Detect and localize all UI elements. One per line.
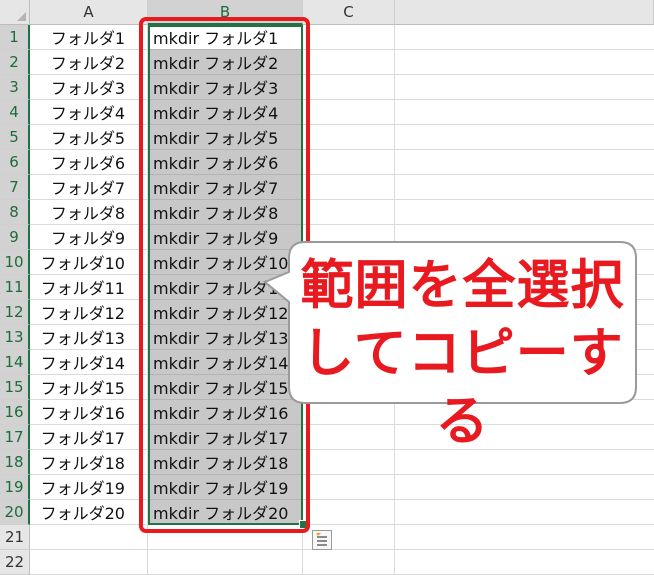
cell-a[interactable]: フォルダ1 — [30, 25, 148, 50]
cell-a[interactable]: フォルダ6 — [30, 150, 148, 175]
cell-a[interactable]: フォルダ12 — [30, 300, 148, 325]
cell-a[interactable]: フォルダ13 — [30, 325, 148, 350]
cell-d[interactable] — [395, 475, 654, 500]
cell-c[interactable] — [303, 500, 395, 525]
cell-d[interactable] — [395, 525, 654, 550]
cell-b[interactable]: mkdir フォルダ3 — [148, 75, 303, 100]
cell-d[interactable] — [395, 100, 654, 125]
cell-c[interactable] — [303, 125, 395, 150]
cell-d[interactable] — [395, 500, 654, 525]
cell-d[interactable] — [395, 25, 654, 50]
row-header[interactable]: 8 — [0, 200, 30, 225]
cell-c[interactable] — [303, 550, 395, 575]
row-header[interactable]: 3 — [0, 75, 30, 100]
row-header[interactable]: 1 — [0, 25, 30, 50]
row-header[interactable]: 19 — [0, 475, 30, 500]
cell-c[interactable] — [303, 150, 395, 175]
cell-c[interactable] — [303, 475, 395, 500]
column-header-c[interactable]: C — [303, 0, 395, 25]
row-header[interactable]: 20 — [0, 500, 30, 525]
cell-d[interactable] — [395, 200, 654, 225]
cell-a[interactable]: フォルダ10 — [30, 250, 148, 275]
row-header[interactable]: 11 — [0, 275, 30, 300]
cell-a[interactable] — [30, 550, 148, 575]
cell-a[interactable] — [30, 525, 148, 550]
cell-a[interactable]: フォルダ8 — [30, 200, 148, 225]
cell-b[interactable] — [148, 525, 303, 550]
cell-a[interactable]: フォルダ7 — [30, 175, 148, 200]
cell-b[interactable]: mkdir フォルダ4 — [148, 100, 303, 125]
cell-d[interactable] — [395, 50, 654, 75]
cell-a[interactable]: フォルダ5 — [30, 125, 148, 150]
cell-c[interactable] — [303, 25, 395, 50]
row-header[interactable]: 6 — [0, 150, 30, 175]
callout-line-2: してコピーする — [301, 323, 624, 452]
cell-b[interactable]: mkdir フォルダ19 — [148, 475, 303, 500]
cell-c[interactable] — [303, 200, 395, 225]
cell-d[interactable] — [395, 75, 654, 100]
fill-handle[interactable] — [299, 520, 308, 529]
select-all-corner[interactable] — [0, 0, 30, 25]
cell-a[interactable]: フォルダ14 — [30, 350, 148, 375]
column-header-b[interactable]: B — [148, 0, 303, 25]
row-header[interactable]: 17 — [0, 425, 30, 450]
row-header[interactable]: 13 — [0, 325, 30, 350]
cell-c[interactable] — [303, 100, 395, 125]
cell-b[interactable]: mkdir フォルダ5 — [148, 125, 303, 150]
row-header[interactable]: 9 — [0, 225, 30, 250]
cell-a[interactable]: フォルダ16 — [30, 400, 148, 425]
cell-a[interactable]: フォルダ17 — [30, 425, 148, 450]
cell-b[interactable]: mkdir フォルダ8 — [148, 200, 303, 225]
row-header[interactable]: 2 — [0, 50, 30, 75]
cell-c[interactable] — [303, 75, 395, 100]
quick-analysis-button[interactable] — [312, 530, 332, 550]
callout-line-1: 範囲を全選択 — [300, 255, 625, 316]
row-header[interactable]: 7 — [0, 175, 30, 200]
row-header[interactable]: 15 — [0, 375, 30, 400]
cell-b[interactable]: mkdir フォルダ18 — [148, 450, 303, 475]
cell-d[interactable] — [395, 175, 654, 200]
cell-b[interactable]: mkdir フォルダ20 — [148, 500, 303, 525]
cell-b[interactable] — [148, 550, 303, 575]
cell-a[interactable]: フォルダ15 — [30, 375, 148, 400]
row-header[interactable]: 4 — [0, 100, 30, 125]
cell-b[interactable]: mkdir フォルダ17 — [148, 425, 303, 450]
cell-b[interactable]: mkdir フォルダ2 — [148, 50, 303, 75]
quick-analysis-icon — [316, 533, 327, 546]
row-header[interactable]: 5 — [0, 125, 30, 150]
cell-a[interactable]: フォルダ11 — [30, 275, 148, 300]
row-header[interactable]: 10 — [0, 250, 30, 275]
cell-a[interactable]: フォルダ19 — [30, 475, 148, 500]
row-header[interactable]: 18 — [0, 450, 30, 475]
cell-a[interactable]: フォルダ20 — [30, 500, 148, 525]
cell-d[interactable] — [395, 150, 654, 175]
cell-a[interactable]: フォルダ4 — [30, 100, 148, 125]
cell-d[interactable] — [395, 550, 654, 575]
cell-b[interactable]: mkdir フォルダ6 — [148, 150, 303, 175]
cell-a[interactable]: フォルダ18 — [30, 450, 148, 475]
cell-a[interactable]: フォルダ2 — [30, 50, 148, 75]
cell-c[interactable] — [303, 175, 395, 200]
column-header-d[interactable] — [395, 0, 654, 25]
cell-c[interactable] — [303, 50, 395, 75]
cell-a[interactable]: フォルダ9 — [30, 225, 148, 250]
row-header[interactable]: 16 — [0, 400, 30, 425]
cell-b[interactable]: mkdir フォルダ7 — [148, 175, 303, 200]
callout-bubble: 範囲を全選択 してコピーする — [263, 240, 638, 452]
cell-d[interactable] — [395, 125, 654, 150]
column-header-a[interactable]: A — [30, 0, 148, 25]
row-header[interactable]: 12 — [0, 300, 30, 325]
row-header[interactable]: 21 — [0, 525, 30, 550]
cell-a[interactable]: フォルダ3 — [30, 75, 148, 100]
row-header[interactable]: 14 — [0, 350, 30, 375]
row-header[interactable]: 22 — [0, 550, 30, 575]
cell-b[interactable]: mkdir フォルダ1 — [148, 25, 303, 50]
